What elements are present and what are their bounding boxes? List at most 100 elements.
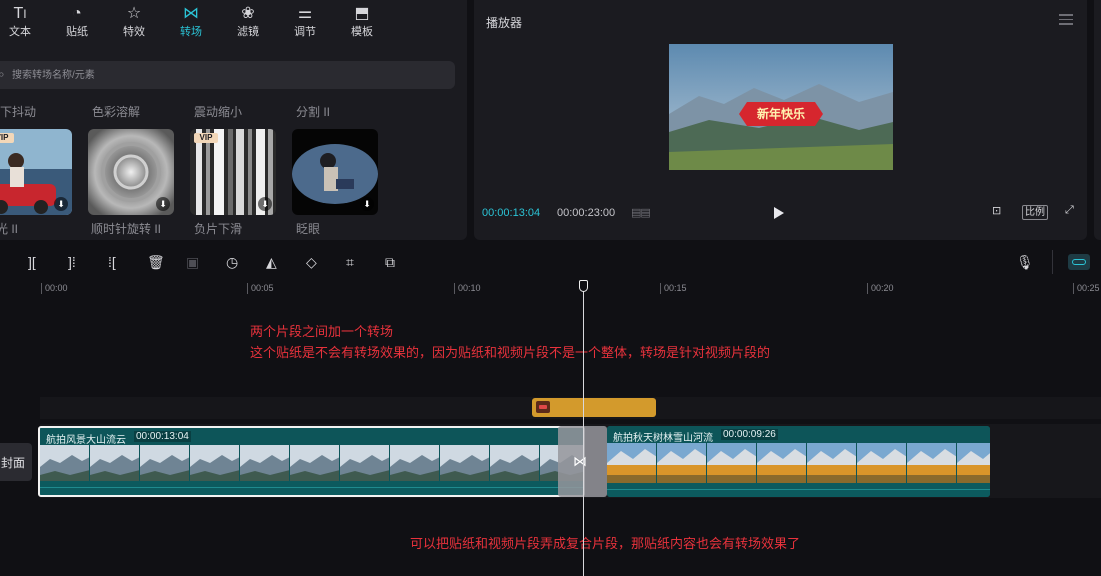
category-tabs: TI 文本 ◔ 贴纸 ☆ 特效 ⋈ 转场 ❀ 滤镜 ⚌ 调节 ⬒ 模板 <box>0 0 467 46</box>
speed-icon[interactable]: ◷ <box>226 254 238 270</box>
mirror-icon[interactable]: ◭ <box>266 254 277 270</box>
total-time: 00:00:23:00 <box>557 207 616 219</box>
timeline-ruler[interactable]: 00:00 00:05 00:10 00:15 00:20 00:25 <box>0 280 1101 296</box>
search-icon: ⌕ <box>0 67 5 81</box>
smart-crop-icon[interactable]: ⧉ <box>385 254 395 270</box>
clip-duration: 00:00:09:26 <box>721 429 778 440</box>
adjust-icon: ⚌ <box>297 5 313 22</box>
ruler-tick: 00:25 <box>1073 283 1100 294</box>
media-library-panel: TI 文本 ◔ 贴纸 ☆ 特效 ⋈ 转场 ❀ 滤镜 ⚌ 调节 ⬒ 模板 ⌕ 搜索… <box>0 0 467 240</box>
player-panel: 播放器 新年快乐 00:00:13:04 00:00:23:00 ▤▤ ⊡ 比例… <box>474 0 1087 240</box>
zoom-fit-icon[interactable]: ⊡ <box>992 204 1001 217</box>
transition-thumbnail[interactable]: VIP ⬇ <box>0 129 72 215</box>
tab-sticker[interactable]: ◔ 贴纸 <box>55 3 99 43</box>
sticker-thumbnail <box>536 401 550 413</box>
transition-name: 负片下滑 <box>194 222 243 236</box>
fullscreen-icon[interactable]: ⤢ <box>1065 204 1074 217</box>
crop-icon[interactable]: ⌗ <box>346 254 354 270</box>
freeze-icon[interactable]: ▣ <box>186 254 199 270</box>
video-editor: TI 文本 ◔ 贴纸 ☆ 特效 ⋈ 转场 ❀ 滤镜 ⚌ 调节 ⬒ 模板 ⌕ 搜索… <box>0 0 1101 576</box>
preview-frame: 新年快乐 <box>669 44 893 170</box>
tab-label: 调节 <box>294 26 316 38</box>
vip-badge: VIP <box>0 133 14 143</box>
play-button[interactable] <box>774 207 784 219</box>
timeline-toolbar: ][ ]⁞ ⁞[ 🗑 ▣ ◷ ◭ ◇ ⌗ ⧉ 🎙 <box>0 246 1101 278</box>
sticker-icon: ◔ <box>72 5 82 22</box>
section-label: 分割 II <box>296 105 331 119</box>
section-label: 色彩溶解 <box>92 105 141 119</box>
transition-thumbnail[interactable]: ⬇ <box>292 129 378 215</box>
cover-button[interactable]: 封面 <box>0 443 32 481</box>
tab-filter[interactable]: ❀ 滤镜 <box>226 3 270 43</box>
ruler-tick: 00:10 <box>454 283 481 294</box>
filter-icon: ❀ <box>241 5 255 22</box>
ratio-button[interactable]: 比例 <box>1022 205 1048 220</box>
split-icon[interactable]: ][ <box>28 254 36 270</box>
clip-header: 航拍秋天树林雪山河流 00:00:09:26 <box>607 426 990 444</box>
annotation-bottom: 可以把贴纸和视频片段弄成复合片段，那贴纸内容也会有转场效果了 <box>410 536 801 551</box>
transition-name: 光 II <box>0 222 19 236</box>
video-clip[interactable]: 航拍风景大山流云 00:00:13:04 <box>38 426 585 497</box>
download-icon[interactable]: ⬇ <box>258 197 272 211</box>
clip-duration: 00:00:13:04 <box>134 431 191 442</box>
ruler-tick: 00:15 <box>660 283 687 294</box>
clip-header: 航拍风景大山流云 00:00:13:04 <box>40 428 583 446</box>
annotation-line-2: 这个贴纸是不会有转场效果的，因为贴纸和视频片段不是一个整体，转场是针对视频片段的 <box>250 345 771 360</box>
vip-badge: VIP <box>194 133 218 143</box>
section-label: 向下抖动 <box>0 105 37 119</box>
toolbar-divider <box>1052 250 1053 274</box>
clip-name: 航拍风景大山流云 <box>46 435 126 446</box>
trim-left-icon[interactable]: ]⁞ <box>68 254 76 270</box>
video-preview[interactable]: 新年快乐 <box>669 44 893 170</box>
transition-thumbnail[interactable]: VIP ⬇ <box>190 129 276 215</box>
tab-transition[interactable]: ⋈ 转场 <box>169 3 213 43</box>
link-toggle-icon[interactable] <box>1068 254 1090 270</box>
cover-label: 封面 <box>1 456 26 470</box>
section-label: 震动缩小 <box>194 105 243 119</box>
rotate-icon[interactable]: ◇ <box>306 254 317 270</box>
tab-label: 文本 <box>9 26 31 38</box>
transition-icon: ⋈ <box>183 5 199 22</box>
trim-right-icon[interactable]: ⁞[ <box>108 254 116 270</box>
tab-text[interactable]: TI 文本 <box>0 3 42 43</box>
delete-icon[interactable]: 🗑 <box>147 254 165 270</box>
annotation-line-1: 两个片段之间加一个转场 <box>250 324 394 339</box>
sticker-clip[interactable] <box>532 398 656 417</box>
player-title: 播放器 <box>486 16 523 30</box>
template-icon: ⬒ <box>354 5 370 22</box>
tab-template[interactable]: ⬒ 模板 <box>340 3 384 43</box>
playhead[interactable] <box>583 287 584 576</box>
ruler-tick: 00:05 <box>247 283 274 294</box>
video-clip[interactable]: 航拍秋天树林雪山河流 00:00:09:26 <box>607 426 990 497</box>
download-icon[interactable]: ⬇ <box>54 197 68 211</box>
transition-name: 眨眼 <box>296 222 321 236</box>
tab-label: 滤镜 <box>237 26 259 38</box>
effects-icon: ☆ <box>126 5 142 22</box>
download-icon[interactable]: ⬇ <box>156 197 170 211</box>
text-icon: TI <box>13 5 27 22</box>
right-panel-edge <box>1094 0 1101 240</box>
video-banner-text: 新年快乐 <box>757 106 805 121</box>
tab-label: 特效 <box>123 26 145 38</box>
clip-filmstrip <box>40 445 583 485</box>
tab-effects[interactable]: ☆ 特效 <box>112 3 156 43</box>
clip-name: 航拍秋天树林雪山河流 <box>613 433 713 444</box>
transition-name: 顺时针旋转 II <box>91 222 162 236</box>
transition-thumbnail[interactable]: ⬇ <box>88 129 174 215</box>
search-bar: ⌕ <box>0 61 455 89</box>
tab-label: 贴纸 <box>66 26 88 38</box>
microphone-icon[interactable]: 🎙 <box>1016 254 1034 270</box>
menu-icon[interactable] <box>1059 14 1073 26</box>
clip-filmstrip <box>607 443 990 483</box>
clip-audio-strip <box>607 483 990 497</box>
clip-audio-strip <box>40 481 583 495</box>
download-icon[interactable]: ⬇ <box>360 197 374 211</box>
timecode-grid-icon[interactable]: ▤▤ <box>631 206 651 219</box>
search-input[interactable] <box>12 66 412 84</box>
playhead-handle[interactable] <box>579 280 588 292</box>
tab-label: 转场 <box>180 26 202 38</box>
tab-label: 模板 <box>351 26 373 38</box>
tab-adjust[interactable]: ⚌ 调节 <box>283 3 327 43</box>
current-time: 00:00:13:04 <box>482 207 541 219</box>
ruler-tick: 00:00 <box>41 283 68 294</box>
